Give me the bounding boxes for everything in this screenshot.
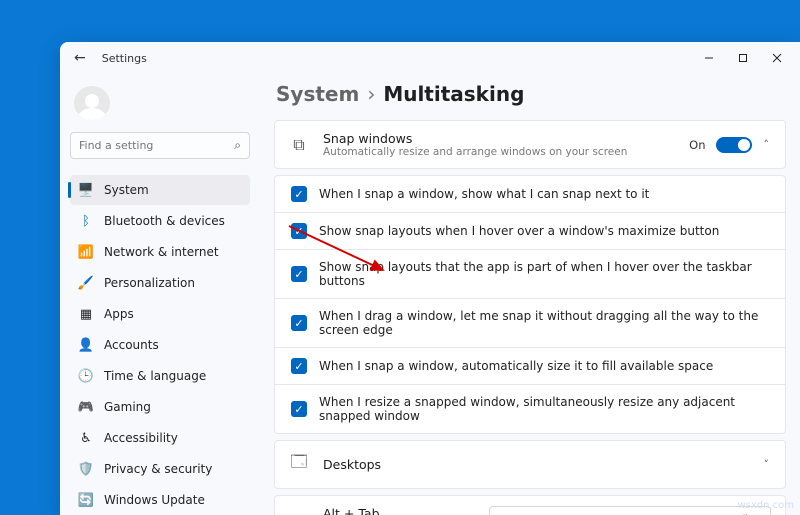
sidebar-item-apps[interactable]: ▦ Apps: [70, 299, 250, 329]
snap-option-label: When I snap a window, automatically size…: [319, 359, 713, 373]
snap-windows-header[interactable]: ⧉ Snap windows Automatically resize and …: [274, 120, 786, 169]
nav-icon: 🕒: [78, 369, 94, 384]
sidebar-item-bluetooth-devices[interactable]: ᛒ Bluetooth & devices: [70, 206, 250, 236]
checkbox-icon[interactable]: ✓: [291, 266, 307, 282]
snap-option-4[interactable]: ✓ When I snap a window, automatically siz…: [274, 348, 786, 385]
nav-label: Time & language: [104, 369, 206, 383]
avatar[interactable]: [74, 86, 110, 120]
sidebar-item-windows-update[interactable]: 🔄 Windows Update: [70, 485, 250, 515]
nav-icon: 🔄: [78, 493, 94, 508]
alttab-title: Alt + Tab: [323, 506, 454, 515]
window-controls: [692, 44, 794, 72]
sidebar-item-privacy-security[interactable]: 🛡️ Privacy & security: [70, 454, 250, 484]
snap-option-3[interactable]: ✓ When I drag a window, let me snap it wi…: [274, 299, 786, 348]
back-button[interactable]: ←: [74, 50, 86, 66]
app-title: Settings: [102, 52, 147, 65]
snap-subtitle: Automatically resize and arrange windows…: [323, 146, 627, 158]
close-button[interactable]: [760, 44, 794, 72]
sidebar: ⌕ 🖥️ System ᛒ Bluetooth & devices 📶 Network &…: [60, 74, 260, 515]
checkbox-icon[interactable]: ✓: [291, 401, 307, 417]
snap-option-label: When I resize a snapped window, simultan…: [319, 395, 769, 423]
breadcrumb: System › Multitasking: [276, 82, 786, 106]
sidebar-item-network-internet[interactable]: 📶 Network & internet: [70, 237, 250, 267]
sidebar-item-accounts[interactable]: 👤 Accounts: [70, 330, 250, 360]
sidebar-item-accessibility[interactable]: ♿ Accessibility: [70, 423, 250, 453]
snap-options-list: ✓ When I snap a window, show what I can s…: [274, 175, 786, 434]
minimize-button[interactable]: [692, 44, 726, 72]
nav-icon: ▦: [78, 307, 94, 322]
nav-label: Personalization: [104, 276, 195, 290]
alttab-row: ⧉ Alt + Tab Pressing Alt + Tab shows Ope…: [274, 495, 786, 515]
chevron-down-icon[interactable]: ˅: [762, 458, 772, 471]
settings-window: ← Settings ⌕ 🖥️ System ᛒ Bluetooth & device…: [60, 42, 800, 515]
search-input-wrap[interactable]: ⌕: [70, 132, 250, 159]
checkbox-icon[interactable]: ✓: [291, 186, 307, 202]
snap-option-label: Show snap layouts that the app is part o…: [319, 260, 769, 288]
desktops-title: Desktops: [323, 457, 381, 472]
nav-label: Accessibility: [104, 431, 178, 445]
nav-label: Apps: [104, 307, 134, 321]
nav-label: Accounts: [104, 338, 159, 352]
snap-icon: ⧉: [289, 135, 309, 155]
search-input[interactable]: [79, 139, 234, 152]
snap-option-label: Show snap layouts when I hover over a wi…: [319, 224, 719, 238]
nav-icon: 🛡️: [78, 462, 94, 477]
desktops-row[interactable]: 🗔 Desktops ˅: [274, 440, 786, 489]
nav-icon: 🖌️: [78, 276, 94, 291]
nav-icon: ♿: [78, 431, 94, 446]
nav-label: Bluetooth & devices: [104, 214, 225, 228]
sidebar-item-system[interactable]: 🖥️ System: [70, 175, 250, 205]
content-area: System › Multitasking ⧉ Snap windows Aut…: [260, 74, 800, 515]
snap-option-5[interactable]: ✓ When I resize a snapped window, simulta…: [274, 385, 786, 434]
nav-icon: 🎮: [78, 400, 94, 415]
nav-label: Gaming: [104, 400, 151, 414]
titlebar: ← Settings: [60, 42, 800, 74]
snap-option-1[interactable]: ✓ Show snap layouts when I hover over a w…: [274, 213, 786, 250]
snap-option-0[interactable]: ✓ When I snap a window, show what I can s…: [274, 175, 786, 213]
sidebar-item-gaming[interactable]: 🎮 Gaming: [70, 392, 250, 422]
snap-option-label: When I snap a window, show what I can sn…: [319, 187, 649, 201]
sidebar-item-time-language[interactable]: 🕒 Time & language: [70, 361, 250, 391]
nav-icon: 👤: [78, 338, 94, 353]
checkbox-icon[interactable]: ✓: [291, 315, 307, 331]
nav-label: Privacy & security: [104, 462, 212, 476]
nav-icon: ᛒ: [78, 214, 94, 229]
breadcrumb-current: Multitasking: [383, 82, 524, 106]
checkbox-icon[interactable]: ✓: [291, 223, 307, 239]
checkbox-icon[interactable]: ✓: [291, 358, 307, 374]
snap-title: Snap windows: [323, 131, 627, 146]
snap-option-2[interactable]: ✓ Show snap layouts that the app is part …: [274, 250, 786, 299]
alttab-dropdown[interactable]: Open windows and 5 most recent tabs in M…: [489, 506, 771, 515]
desktops-icon: 🗔: [289, 451, 309, 478]
nav-label: Network & internet: [104, 245, 219, 259]
chevron-up-icon[interactable]: ˄: [762, 138, 772, 151]
sidebar-item-personalization[interactable]: 🖌️ Personalization: [70, 268, 250, 298]
nav-label: System: [104, 183, 149, 197]
search-icon: ⌕: [234, 138, 241, 153]
snap-toggle[interactable]: [716, 137, 752, 153]
alttab-icon: ⧉: [289, 510, 309, 515]
nav-icon: 🖥️: [78, 183, 94, 198]
snap-state-label: On: [689, 138, 705, 152]
sidebar-nav: 🖥️ System ᛒ Bluetooth & devices 📶 Network & i…: [70, 175, 250, 515]
nav-icon: 📶: [78, 245, 94, 260]
breadcrumb-parent[interactable]: System: [276, 82, 359, 106]
nav-label: Windows Update: [104, 493, 205, 507]
maximize-button[interactable]: [726, 44, 760, 72]
chevron-right-icon: ›: [367, 82, 375, 106]
snap-option-label: When I drag a window, let me snap it wit…: [319, 309, 769, 337]
watermark: wsxdn.com: [737, 500, 794, 511]
